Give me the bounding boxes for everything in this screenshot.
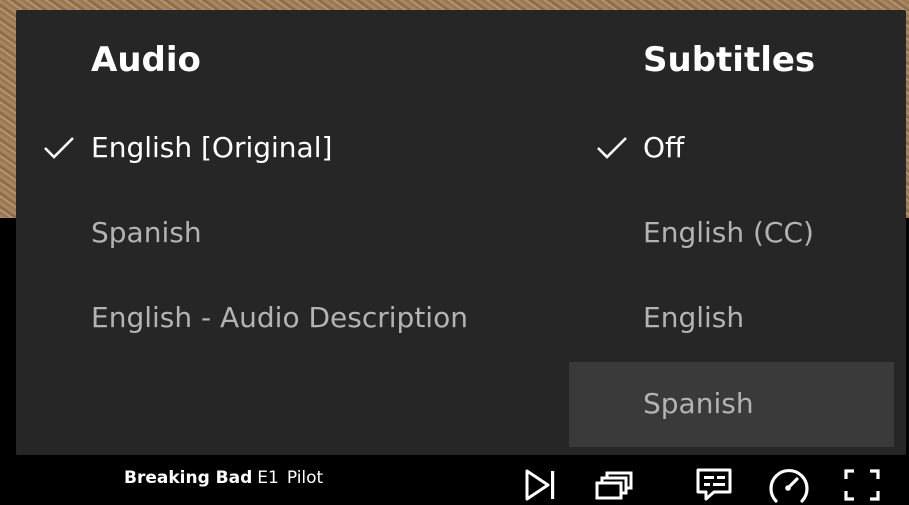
- fullscreen-icon: [844, 469, 880, 501]
- checkmark-icon: [44, 137, 74, 159]
- subtitle-option-label: English: [643, 301, 745, 334]
- show-title: Breaking Bad: [124, 468, 253, 488]
- audio-option-label: Spanish: [91, 216, 202, 249]
- checkmark-icon: [597, 137, 627, 159]
- audio-heading: Audio: [91, 40, 201, 80]
- subtitle-option-off[interactable]: Off: [569, 106, 894, 191]
- subtitle-option-spanish[interactable]: Spanish: [569, 362, 894, 447]
- audio-option-spanish[interactable]: Spanish: [16, 191, 556, 276]
- next-episode-button[interactable]: [518, 465, 562, 505]
- subtitles-heading: Subtitles: [643, 40, 816, 80]
- subtitle-option-english-cc[interactable]: English (CC): [569, 191, 894, 276]
- audio-option-label: English [Original]: [91, 131, 333, 164]
- now-playing-title: Breaking Bad E1 Pilot: [124, 470, 323, 487]
- episodes-icon: [595, 471, 633, 500]
- next-episode-icon: [525, 469, 555, 501]
- episodes-button[interactable]: [592, 465, 636, 505]
- audio-option-label: English - Audio Description: [91, 301, 468, 334]
- playback-speed-icon: [769, 468, 809, 503]
- subtitle-option-label: English (CC): [643, 216, 814, 249]
- episode-number: E1: [257, 468, 279, 488]
- audio-subtitles-button[interactable]: [692, 465, 736, 505]
- audio-option-english-original[interactable]: English [Original]: [16, 106, 556, 191]
- audio-subtitles-panel: Audio English [Original] Spanish English…: [16, 10, 906, 455]
- fullscreen-button[interactable]: [840, 465, 884, 505]
- audio-subtitles-icon: [696, 468, 732, 501]
- video-player[interactable]: Audio English [Original] Spanish English…: [0, 0, 909, 505]
- subtitle-option-english[interactable]: English: [569, 276, 894, 361]
- subtitle-option-label: Off: [643, 131, 685, 164]
- player-control-bar: Breaking Bad E1 Pilot: [0, 455, 909, 505]
- episode-title: Pilot: [286, 468, 324, 488]
- playback-speed-button[interactable]: [767, 465, 811, 505]
- subtitle-option-label: Spanish: [643, 387, 754, 420]
- audio-option-english-audio-description[interactable]: English - Audio Description: [16, 276, 556, 361]
